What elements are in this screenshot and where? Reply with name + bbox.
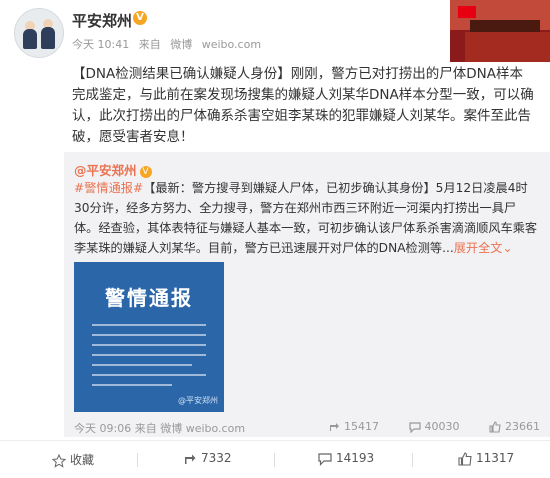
poster-text-line — [92, 344, 206, 346]
post-time[interactable]: 今天 10:41 — [72, 38, 129, 51]
repost-text: #警情通报#【最新：警方搜寻到嫌疑人尸体，已初步确认其身份】5月12日凌晨4时3… — [74, 178, 540, 258]
verified-icon: V — [139, 165, 152, 178]
source-domain: weibo.com — [185, 422, 246, 435]
repost-icon — [185, 454, 196, 464]
repost-count: 7332 — [201, 451, 232, 465]
header-banner-image — [450, 0, 550, 62]
username[interactable]: 平安郑州 — [72, 10, 132, 31]
repost-icon — [330, 423, 339, 431]
poster-title: 警情通报 — [105, 286, 193, 310]
source-prefix: 来自 — [134, 422, 157, 435]
verified-icon: V — [133, 11, 147, 25]
poster-text-line — [92, 384, 172, 386]
poster-text-line — [92, 354, 206, 356]
repost-stats: 15417 40030 23661 — [302, 420, 540, 433]
post-text: 【DNA检测结果已确认嫌疑人身份】刚刚，警方已对打捞出的尸体DNA样本完成鉴定，… — [72, 66, 534, 145]
poster-watermark: @平安郑州 — [178, 396, 218, 405]
divider — [137, 453, 138, 467]
repost-comment-count[interactable]: 40030 — [408, 420, 460, 433]
favorite-label: 收藏 — [70, 453, 95, 467]
comment-button[interactable]: 14193 — [318, 451, 374, 466]
post-header: 平安郑州 V 今天 10:41 来自 微博 weibo.com — [0, 0, 550, 62]
source-prefix: 来自 — [138, 38, 161, 51]
post-action-bar: 收藏 7332 14193 11317 — [0, 440, 550, 478]
repost-like-count[interactable]: 23661 — [489, 420, 540, 433]
repost-header: @平安郑州 V — [74, 160, 152, 179]
repost-username[interactable]: @平安郑州 — [74, 163, 137, 178]
like-count: 11317 — [476, 451, 515, 465]
reposted-weibo[interactable]: @平安郑州 V #警情通报#【最新：警方搜寻到嫌疑人尸体，已初步确认其身份】5月1… — [64, 152, 550, 437]
star-icon — [52, 453, 66, 468]
police-notice-image[interactable]: 警情通报 @平安郑州 — [74, 262, 224, 412]
repost-share-count[interactable]: 15417 — [328, 420, 379, 433]
avatar[interactable] — [14, 8, 64, 58]
avatar-figure-body — [23, 29, 37, 49]
source-link[interactable]: 微博 — [160, 422, 182, 435]
comment-icon — [408, 422, 421, 433]
banner-roof — [470, 20, 540, 32]
expand-full-text-link[interactable]: 展开全文 — [454, 241, 503, 255]
like-button[interactable]: 11317 — [458, 451, 514, 466]
repost-button[interactable]: 7332 — [183, 451, 232, 466]
repost-time[interactable]: 今天 09:06 — [74, 422, 131, 435]
divider — [274, 453, 275, 467]
repost-meta: 今天 09:06 来自 微博 weibo.com — [74, 420, 245, 436]
hashtag-link[interactable]: #警情通报# — [74, 181, 143, 195]
poster-text-line — [92, 324, 206, 326]
favorite-button[interactable]: 收藏 — [52, 451, 94, 468]
avatar-figure-body — [41, 27, 55, 49]
poster-text-line — [92, 374, 206, 376]
flag-icon — [458, 6, 476, 18]
comment-count: 14193 — [336, 451, 375, 465]
comment-icon — [318, 452, 332, 466]
thumbs-up-icon — [458, 451, 472, 466]
chevron-down-icon[interactable]: ⌄ — [502, 241, 512, 255]
poster-text-line — [92, 334, 206, 336]
source-domain: weibo.com — [201, 38, 262, 51]
post-meta: 今天 10:41 来自 微博 weibo.com — [72, 36, 267, 52]
poster-text-line — [92, 364, 192, 366]
thumbs-up-icon — [489, 421, 501, 433]
divider — [412, 453, 413, 467]
source-link[interactable]: 微博 — [170, 38, 192, 51]
banner-wall — [465, 32, 550, 62]
